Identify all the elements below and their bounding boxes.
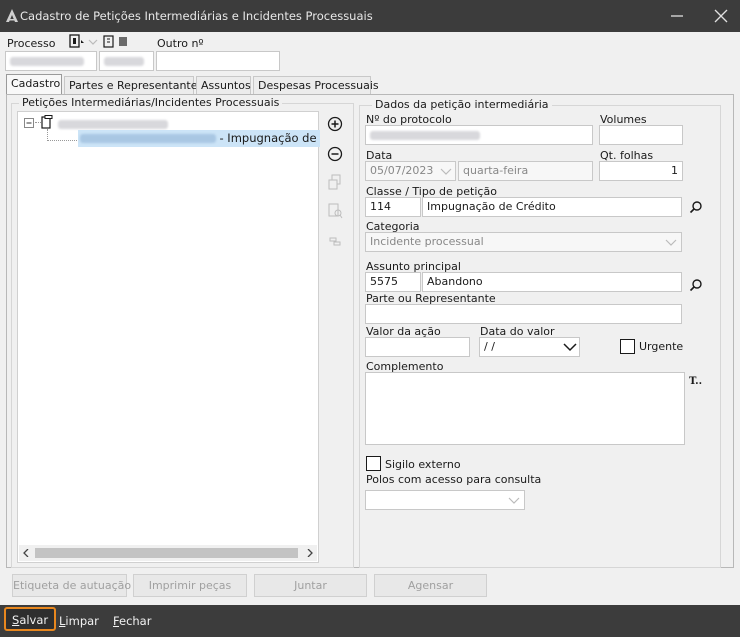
- dados-group-title: Dados da petição intermediária: [372, 98, 552, 111]
- etiqueta-button[interactable]: Etiqueta de autuação: [12, 574, 131, 597]
- categoria-value: Incidente processual: [370, 235, 484, 248]
- volumes-input[interactable]: [599, 125, 683, 145]
- urgente-checkbox[interactable]: [620, 339, 635, 354]
- qt-folhas-input[interactable]: 1: [599, 161, 683, 181]
- juntar-button[interactable]: Juntar: [254, 574, 367, 597]
- weekday-field: quarta-feira: [458, 161, 593, 181]
- petition-document-icon: [40, 115, 54, 130]
- polos-select[interactable]: [365, 490, 525, 510]
- classe-code-input[interactable]: 114: [365, 197, 421, 217]
- sigilo-checkbox[interactable]: [366, 456, 381, 471]
- chevron-down-icon[interactable]: [88, 38, 98, 46]
- text-format-icon[interactable]: T..: [689, 376, 705, 388]
- search-icon[interactable]: [689, 278, 703, 292]
- limpar-button[interactable]: Limpar: [56, 612, 102, 630]
- chevron-down-icon[interactable]: [665, 237, 677, 247]
- app-logo-icon: [6, 9, 18, 23]
- agensar-button[interactable]: Agensar: [374, 574, 487, 597]
- left-group-title: Petições Intermediárias/Incidentes Proce…: [19, 96, 283, 109]
- tree-connector: [47, 140, 77, 141]
- data-value: 05/07/2023: [370, 164, 434, 177]
- tree-root-label[interactable]: [58, 117, 168, 129]
- tab-cadastro[interactable]: Cadastro: [6, 74, 62, 95]
- chevron-down-icon[interactable]: [508, 495, 520, 505]
- assunto-code-input[interactable]: 5575: [365, 272, 421, 292]
- processo-label: Processo: [7, 37, 56, 50]
- tree-item-selected[interactable]: - Impugnação de Cre: [78, 130, 320, 147]
- notebook-icon[interactable]: [103, 35, 129, 49]
- scroll-thumb[interactable]: [35, 548, 298, 558]
- minimize-icon[interactable]: [667, 6, 687, 26]
- data-valor-value: / /: [484, 340, 495, 353]
- polos-label: Polos com acesso para consulta: [366, 473, 542, 486]
- scroll-right-icon[interactable]: [306, 549, 314, 557]
- horizontal-scrollbar[interactable]: [19, 545, 317, 561]
- add-icon[interactable]: [327, 116, 343, 132]
- swap-icon: [327, 174, 343, 190]
- window-title: Cadastro de Petições Intermediárias e In…: [20, 9, 373, 23]
- categoria-select[interactable]: Incidente processual: [365, 232, 682, 252]
- document-icon[interactable]: [68, 34, 86, 50]
- classe-desc-field[interactable]: Impugnação de Crédito: [422, 197, 682, 217]
- tab-despesas[interactable]: Despesas Processuais: [253, 76, 379, 94]
- link-icon: [327, 233, 343, 249]
- processo-suffix-input[interactable]: [99, 51, 154, 71]
- sigilo-label: Sigilo externo: [385, 458, 461, 471]
- processo-number-input[interactable]: [5, 51, 97, 71]
- assunto-desc-field[interactable]: Abandono: [422, 272, 682, 292]
- chevron-down-icon[interactable]: [440, 166, 452, 176]
- title-bar: Cadastro de Petições Intermediárias e In…: [0, 0, 740, 32]
- outro-numero-input[interactable]: [156, 51, 280, 71]
- chevron-down-icon[interactable]: [563, 342, 577, 352]
- tab-partes[interactable]: Partes e Representantes: [64, 76, 203, 94]
- fechar-button[interactable]: Fechar: [110, 612, 154, 630]
- petitions-tree[interactable]: - Impugnação de Cre: [17, 111, 320, 563]
- tree-item-label: - Impugnação de Cre: [219, 131, 321, 145]
- valor-input[interactable]: [365, 337, 470, 357]
- complemento-textarea[interactable]: [365, 372, 685, 445]
- collapse-icon[interactable]: [24, 118, 34, 128]
- salvar-button[interactable]: Salvar: [4, 607, 57, 631]
- search-doc-icon: [327, 203, 343, 219]
- scroll-left-icon[interactable]: [22, 549, 30, 557]
- outro-label: Outro nº: [157, 37, 204, 50]
- protocolo-input[interactable]: [365, 125, 593, 145]
- tab-assuntos[interactable]: Assuntos: [196, 76, 251, 94]
- remove-icon[interactable]: [327, 146, 343, 162]
- close-icon[interactable]: [711, 6, 731, 26]
- parte-input[interactable]: [365, 304, 682, 324]
- urgente-label: Urgente: [639, 340, 684, 353]
- imprimir-button[interactable]: Imprimir peças: [133, 574, 247, 597]
- search-icon[interactable]: [689, 200, 703, 214]
